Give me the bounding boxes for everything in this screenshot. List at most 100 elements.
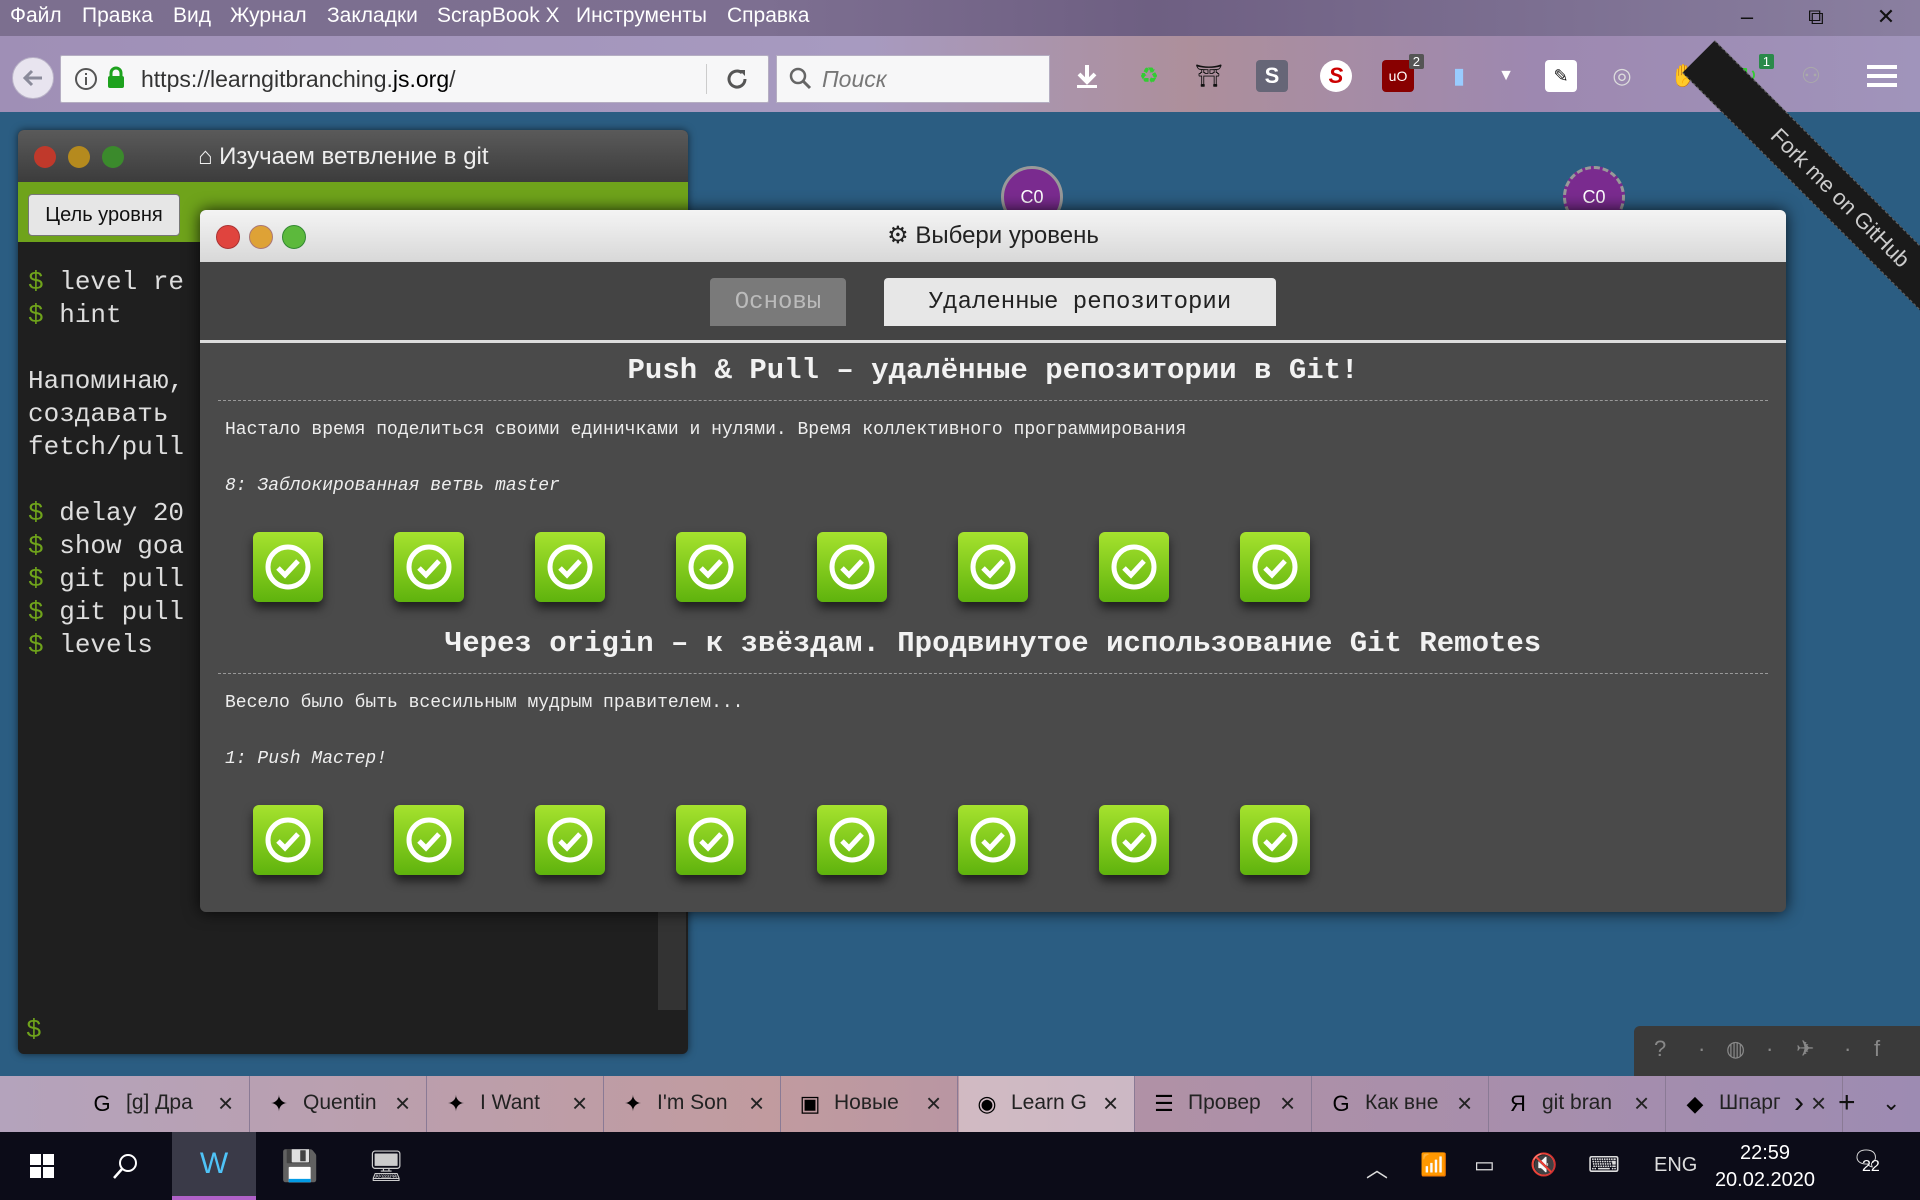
tab-basics[interactable]: Основы (710, 278, 846, 326)
s-extension-icon[interactable]: S (1256, 60, 1288, 92)
level-button[interactable] (817, 532, 887, 602)
tab-remote[interactable]: Удаленные репозитории (884, 278, 1276, 326)
close-tab-icon[interactable]: × (1634, 1088, 1649, 1119)
recycle-extension-icon[interactable]: ♻ (1133, 60, 1165, 92)
menu-item-help[interactable]: Справка (727, 4, 809, 28)
checkmark-icon (547, 544, 593, 590)
browser-tab[interactable]: ◉ Learn G × (959, 1076, 1135, 1132)
level-button[interactable] (535, 532, 605, 602)
chevron-down-icon[interactable]: ▼ (1490, 60, 1522, 92)
volume-muted-icon[interactable]: 🔇 (1530, 1152, 1557, 1178)
close-tab-icon[interactable]: × (572, 1088, 587, 1119)
reload-icon[interactable] (725, 67, 749, 91)
level-button[interactable] (535, 805, 605, 875)
level-button[interactable] (817, 805, 887, 875)
tab-label: Шпарг (1719, 1091, 1781, 1114)
terminal-scrollbar[interactable] (658, 910, 686, 1010)
globe-icon[interactable]: ◍ (1726, 1036, 1745, 1062)
menu-item-edit[interactable]: Правка (82, 4, 153, 28)
close-window-button[interactable]: ✕ (1866, 4, 1906, 30)
notifications-icon[interactable]: 🗨 22 (1852, 1146, 1880, 1175)
command-prompt[interactable]: $ (26, 1015, 42, 1045)
minimize-dot-icon[interactable] (249, 225, 273, 249)
level-button[interactable] (1099, 532, 1169, 602)
tab-favicon-icon: ▣ (799, 1091, 821, 1116)
note-extension-icon[interactable]: ✎ (1545, 60, 1577, 92)
level-button[interactable] (394, 532, 464, 602)
level-button[interactable] (676, 532, 746, 602)
download-icon[interactable] (1071, 60, 1103, 92)
globe-extension-icon[interactable]: ◎ (1606, 60, 1638, 92)
people-extension-icon[interactable]: ⚇ (1795, 60, 1827, 92)
menu-item-file[interactable]: Файл (10, 4, 62, 28)
close-tab-icon[interactable]: × (926, 1088, 941, 1119)
browser-tab[interactable]: ▣ Новые × (782, 1076, 958, 1132)
close-tab-icon[interactable]: × (749, 1088, 764, 1119)
browser-tab[interactable]: G Как вне × (1313, 1076, 1489, 1132)
facebook-icon[interactable]: f (1874, 1036, 1880, 1062)
windows-start-icon[interactable] (0, 1132, 84, 1200)
level-button[interactable] (1240, 805, 1310, 875)
level-button[interactable] (676, 805, 746, 875)
search-icon[interactable] (84, 1132, 168, 1200)
browser-tab[interactable]: ✦ Quentin × (251, 1076, 427, 1132)
close-tab-icon[interactable]: × (1811, 1088, 1826, 1119)
level-button[interactable] (1240, 532, 1310, 602)
restore-button[interactable]: ⧉ (1796, 4, 1836, 30)
back-button[interactable] (12, 57, 54, 99)
close-tab-icon[interactable]: × (1280, 1088, 1295, 1119)
computer-app-icon[interactable]: 🖥 (344, 1132, 428, 1200)
clock[interactable]: 22:59 20.02.2020 (1710, 1140, 1820, 1194)
tab-list-chevron-icon[interactable]: ⌄ (1882, 1090, 1900, 1116)
url-bar[interactable]: https://learngitbranching.js.org/ (60, 55, 769, 103)
ublock-icon[interactable]: uO 2 (1382, 54, 1424, 92)
level-goal-button[interactable]: Цель уровня (28, 194, 180, 236)
menu-item-bookmarks[interactable]: Закладки (327, 4, 418, 28)
maximize-dot-icon[interactable] (102, 146, 124, 168)
battery-icon[interactable]: ▭ (1474, 1152, 1495, 1178)
floppy-app-icon[interactable]: 💾 (258, 1132, 342, 1200)
level-button[interactable] (1099, 805, 1169, 875)
menu-item-scrapbook[interactable]: ScrapBook X (437, 4, 560, 28)
menu-item-view[interactable]: Вид (173, 4, 211, 28)
close-tab-icon[interactable]: × (218, 1088, 233, 1119)
browser-tab[interactable]: ☰ Провер × (1136, 1076, 1312, 1132)
search-input[interactable]: Поиск (776, 55, 1050, 103)
translate-extension-icon[interactable]: ⛩ (1193, 60, 1225, 92)
waterfox-app-icon[interactable]: W (172, 1132, 256, 1200)
close-tab-icon[interactable]: × (395, 1088, 410, 1119)
browser-tab[interactable]: G [g] Дра × (74, 1076, 250, 1132)
line-prompt: $ (28, 531, 44, 561)
menu-item-history[interactable]: Журнал (230, 4, 307, 28)
minimize-button[interactable]: – (1727, 4, 1767, 30)
level-button[interactable] (253, 805, 323, 875)
level-button[interactable] (394, 805, 464, 875)
close-dot-icon[interactable] (34, 146, 56, 168)
lock-icon[interactable] (106, 66, 126, 90)
sidebar-icon[interactable]: ▮ (1443, 60, 1475, 92)
scroll-tabs-right-icon[interactable]: › (1794, 1086, 1804, 1120)
close-tab-icon[interactable]: × (1103, 1088, 1118, 1119)
twitter-icon[interactable]: ✈ (1796, 1036, 1814, 1062)
info-icon[interactable] (74, 67, 98, 91)
browser-tab[interactable]: ◆ Шпарг × (1667, 1076, 1843, 1132)
minimize-dot-icon[interactable] (68, 146, 90, 168)
seo-extension-icon[interactable]: S (1320, 60, 1352, 92)
browser-tab[interactable]: Яgit bran × (1490, 1076, 1666, 1132)
level-button[interactable] (958, 805, 1028, 875)
close-dot-icon[interactable] (216, 225, 240, 249)
keyboard-icon[interactable]: ⌨ (1588, 1152, 1620, 1178)
menu-item-tools[interactable]: Инструменты (576, 4, 707, 28)
maximize-dot-icon[interactable] (282, 225, 306, 249)
level-button[interactable] (958, 532, 1028, 602)
language-indicator[interactable]: ENG (1654, 1154, 1697, 1177)
level-button[interactable] (253, 532, 323, 602)
browser-tab[interactable]: ✦ I Want × (428, 1076, 604, 1132)
new-tab-icon[interactable]: + (1838, 1086, 1856, 1120)
close-tab-icon[interactable]: × (1457, 1088, 1472, 1119)
wifi-icon[interactable]: 📶 (1420, 1152, 1447, 1178)
help-icon[interactable]: ? (1654, 1036, 1666, 1062)
tray-expand-icon[interactable]: ︿ (1366, 1152, 1388, 1184)
browser-tab[interactable]: ✦ I'm Son × (605, 1076, 781, 1132)
hamburger-menu-icon[interactable] (1866, 60, 1898, 92)
